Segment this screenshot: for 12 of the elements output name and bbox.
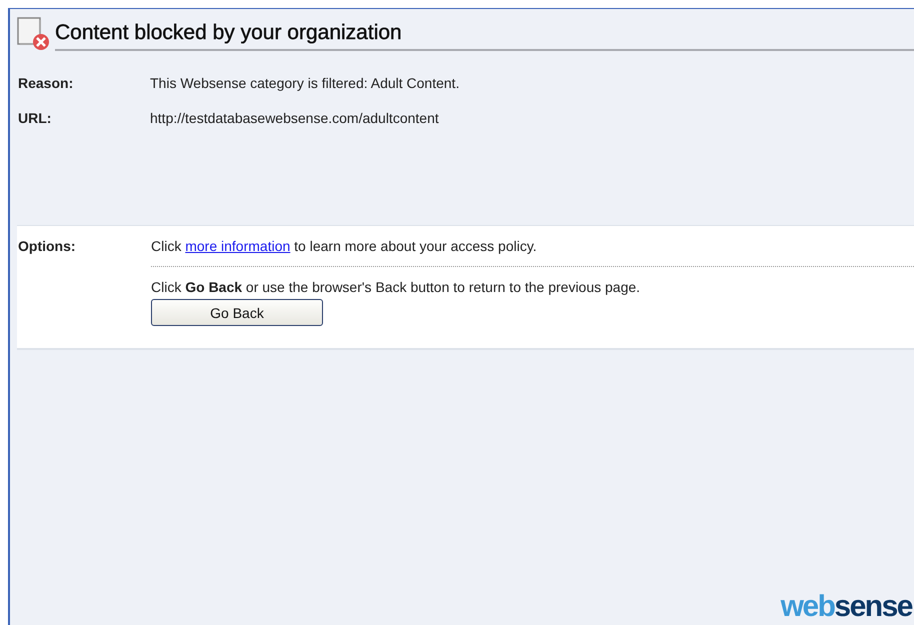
- go-back-sentence: Click Go Back or use the browser's Back button to return to the previous page.: [151, 278, 642, 295]
- field-value: http://testdatabasewebsense.com/adultcontent: [150, 110, 439, 126]
- blocked-page-icon: [17, 17, 51, 51]
- websense-logo: websense: [780, 590, 912, 623]
- go-back-button[interactable]: Go Back: [151, 299, 323, 326]
- field-label: URL:: [18, 110, 52, 126]
- more-information-link[interactable]: more information: [185, 238, 290, 254]
- field-label: Reason:: [18, 75, 74, 91]
- page-title: Content blocked by your organization: [55, 21, 914, 51]
- info-sentence: Click more information to learn more about your access policy.: [151, 238, 914, 267]
- field-value: This Websense category is filtered: Adult Content.: [150, 75, 460, 91]
- options-label: Options:: [18, 238, 77, 256]
